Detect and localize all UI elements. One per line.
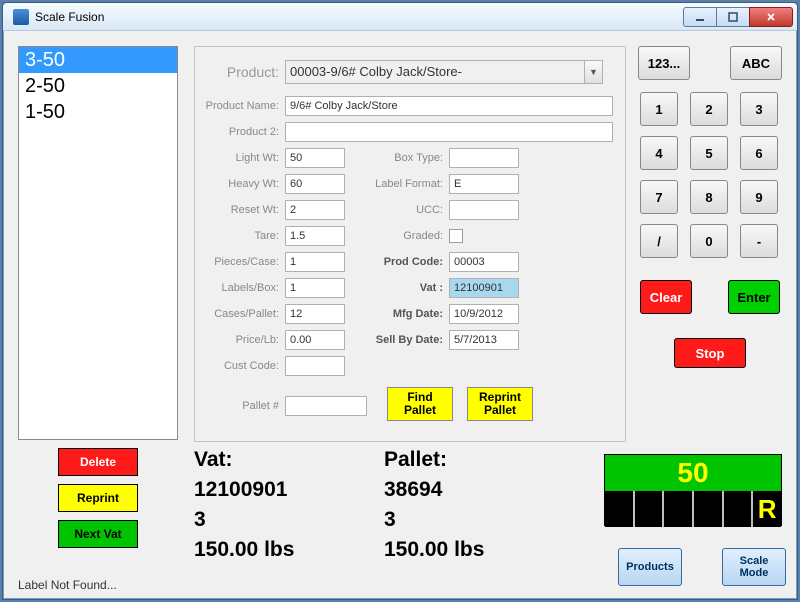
product-name-input[interactable] <box>285 96 613 116</box>
key-8[interactable]: 8 <box>690 180 728 214</box>
status-text: Label Not Found... <box>18 578 117 592</box>
labels-box-label: Labels/Box: <box>195 282 285 294</box>
cust-code-input[interactable] <box>285 356 345 376</box>
heavy-wt-label: Heavy Wt: <box>195 178 285 190</box>
scale-cell <box>635 491 665 527</box>
list-item[interactable]: 1-50 <box>19 99 177 125</box>
price-lb-label: Price/Lb: <box>195 334 285 346</box>
client-area: 3-50 2-50 1-50 Delete Reprint Next Vat L… <box>4 32 796 598</box>
label-format-label: Label Format: <box>345 178 449 190</box>
mfg-date-input[interactable] <box>449 304 519 324</box>
box-type-label: Box Type: <box>345 152 449 164</box>
product-form-panel: Product: 00003-9/6# Colby Jack/Store- ▼ … <box>194 46 626 442</box>
app-window: Scale Fusion 3-50 2-50 1-50 Delete Repri… <box>2 2 798 600</box>
product-label: Product: <box>195 64 285 80</box>
graded-label: Graded: <box>345 230 449 242</box>
app-icon <box>13 9 29 25</box>
pallet-no-input[interactable] <box>285 396 367 416</box>
scale-cell <box>605 491 635 527</box>
delete-button[interactable]: Delete <box>58 448 138 476</box>
products-button[interactable]: Products <box>618 548 682 586</box>
key-slash[interactable]: / <box>640 224 678 258</box>
sell-by-input[interactable] <box>449 330 519 350</box>
summary-vat: 12100901 <box>194 478 287 502</box>
sell-by-label: Sell By Date: <box>345 334 449 346</box>
scale-indicator: R <box>753 491 781 527</box>
cust-code-label: Cust Code: <box>195 360 285 372</box>
graded-checkbox[interactable] <box>449 229 463 243</box>
tare-label: Tare: <box>195 230 285 242</box>
reset-wt-input[interactable] <box>285 200 345 220</box>
heavy-wt-input[interactable] <box>285 174 345 194</box>
summary-pallet-weight: 150.00 lbs <box>384 538 484 562</box>
key-dash[interactable]: - <box>740 224 778 258</box>
list-item[interactable]: 2-50 <box>19 73 177 99</box>
reprint-pallet-button[interactable]: Reprint Pallet <box>467 387 533 421</box>
product2-input[interactable] <box>285 122 613 142</box>
product-dropdown[interactable]: 00003-9/6# Colby Jack/Store- ▼ <box>285 60 603 84</box>
pieces-case-label: Pieces/Case: <box>195 256 285 268</box>
label-format-input[interactable] <box>449 174 519 194</box>
window-title: Scale Fusion <box>35 10 684 24</box>
tare-input[interactable] <box>285 226 345 246</box>
key-1[interactable]: 1 <box>640 92 678 126</box>
scale-mode-button[interactable]: Scale Mode <box>722 548 786 586</box>
scale-cell <box>724 491 754 527</box>
scale-cell <box>664 491 694 527</box>
light-wt-label: Light Wt: <box>195 152 285 164</box>
stop-button[interactable]: Stop <box>674 338 746 368</box>
light-wt-input[interactable] <box>285 148 345 168</box>
maximize-button[interactable] <box>716 7 750 27</box>
prod-code-input[interactable] <box>449 252 519 272</box>
ucc-input[interactable] <box>449 200 519 220</box>
prod-code-label: Prod Code: <box>345 256 449 268</box>
summary-vat-label: Vat: <box>194 448 233 472</box>
key-7[interactable]: 7 <box>640 180 678 214</box>
key-5[interactable]: 5 <box>690 136 728 170</box>
product2-label: Product 2: <box>195 126 285 138</box>
vat-input[interactable] <box>449 278 519 298</box>
summary-pallet-count: 3 <box>384 508 396 532</box>
product-value: 00003-9/6# Colby Jack/Store- <box>285 60 585 84</box>
list-item[interactable]: 3-50 <box>19 47 177 73</box>
summary-vat-count: 3 <box>194 508 206 532</box>
reprint-button[interactable]: Reprint <box>58 484 138 512</box>
find-pallet-button[interactable]: Find Pallet <box>387 387 453 421</box>
summary-vat-weight: 150.00 lbs <box>194 538 294 562</box>
cases-pallet-input[interactable] <box>285 304 345 324</box>
reset-wt-label: Reset Wt: <box>195 204 285 216</box>
key-6[interactable]: 6 <box>740 136 778 170</box>
mfg-date-label: Mfg Date: <box>345 308 449 320</box>
price-lb-input[interactable] <box>285 330 345 350</box>
scale-cells: R <box>605 491 781 527</box>
key-9[interactable]: 9 <box>740 180 778 214</box>
next-vat-button[interactable]: Next Vat <box>58 520 138 548</box>
alpha-mode-button[interactable]: ABC <box>730 46 782 80</box>
key-0[interactable]: 0 <box>690 224 728 258</box>
enter-button[interactable]: Enter <box>728 280 780 314</box>
vat-field-label: Vat : <box>345 282 449 294</box>
numeric-mode-button[interactable]: 123... <box>638 46 690 80</box>
minimize-button[interactable] <box>683 7 717 27</box>
cases-pallet-label: Cases/Pallet: <box>195 308 285 320</box>
clear-button[interactable]: Clear <box>640 280 692 314</box>
key-2[interactable]: 2 <box>690 92 728 126</box>
key-3[interactable]: 3 <box>740 92 778 126</box>
scale-cell <box>694 491 724 527</box>
labels-box-input[interactable] <box>285 278 345 298</box>
job-listbox[interactable]: 3-50 2-50 1-50 <box>18 46 178 440</box>
scale-value: 50 <box>605 455 781 491</box>
box-type-input[interactable] <box>449 148 519 168</box>
summary-pallet: 38694 <box>384 478 442 502</box>
key-4[interactable]: 4 <box>640 136 678 170</box>
scale-display: 50 R <box>604 454 782 526</box>
close-button[interactable] <box>749 7 793 27</box>
chevron-down-icon[interactable]: ▼ <box>585 60 603 84</box>
product-name-label: Product Name: <box>195 100 285 112</box>
ucc-label: UCC: <box>345 204 449 216</box>
summary-pallet-label: Pallet: <box>384 448 447 472</box>
pieces-case-input[interactable] <box>285 252 345 272</box>
pallet-no-label: Pallet # <box>195 400 285 412</box>
titlebar: Scale Fusion <box>3 3 797 31</box>
